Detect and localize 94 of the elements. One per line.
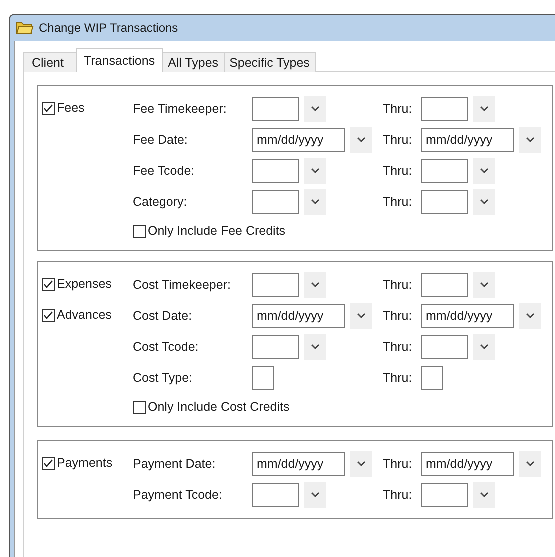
dropdown-button[interactable]: [473, 334, 495, 360]
checkbox-label[interactable]: Expenses: [57, 277, 112, 291]
chevron-down-icon: [480, 492, 488, 498]
chevron-down-icon: [480, 106, 488, 112]
checkbox[interactable]: [42, 308, 55, 322]
field-label: Fee Date:: [133, 133, 189, 147]
checkbox-label[interactable]: Only Include Fee Credits: [148, 224, 286, 238]
field-label: Payment Tcode:: [133, 488, 224, 502]
date-field[interactable]: mm/dd/yyyy: [252, 304, 345, 328]
input-field[interactable]: [252, 335, 299, 359]
dropdown-button[interactable]: [519, 127, 541, 153]
chevron-down-icon: [310, 106, 320, 112]
tab[interactable]: Specific Types: [224, 52, 316, 72]
chevron-down-icon: [356, 137, 366, 143]
checkbox[interactable]: [42, 102, 55, 114]
field-label: Category:: [133, 195, 188, 209]
chevron-down-icon: [310, 282, 320, 288]
input-field[interactable]: [252, 273, 299, 297]
input-field[interactable]: [252, 366, 274, 390]
chevron-down-icon: [526, 461, 534, 467]
input-field[interactable]: [421, 273, 468, 297]
dropdown-button[interactable]: [350, 303, 372, 329]
checkbox-label[interactable]: Only Include Cost Credits: [148, 400, 290, 414]
input-field[interactable]: [252, 97, 299, 121]
checkbox-label[interactable]: Fees: [57, 101, 85, 115]
field-label: Fee Tcode:: [133, 164, 196, 178]
dropdown-button[interactable]: [304, 158, 326, 184]
chevron-down-icon: [526, 313, 534, 319]
chevron-down-icon: [526, 137, 534, 143]
field-label: Thru:: [383, 195, 414, 209]
field-label: Fee Timekeeper:: [133, 102, 228, 116]
date-field[interactable]: mm/dd/yyyy: [421, 304, 514, 328]
input-field[interactable]: [252, 483, 299, 507]
field-label: Thru:: [383, 164, 414, 178]
checkbox-label[interactable]: Advances: [57, 308, 112, 322]
field-label: Cost Timekeeper:: [133, 278, 232, 292]
field-label: Thru:: [383, 102, 414, 116]
dropdown-button[interactable]: [473, 189, 495, 215]
checkbox-label[interactable]: Payments: [57, 456, 113, 470]
tab[interactable]: Transactions: [76, 48, 164, 72]
tab[interactable]: All Types: [162, 52, 225, 72]
chevron-down-icon: [356, 313, 366, 319]
input-field[interactable]: [421, 159, 468, 183]
input-field[interactable]: [252, 159, 299, 183]
dropdown-button[interactable]: [304, 96, 326, 122]
dropdown-button[interactable]: [304, 272, 326, 298]
dropdown-button[interactable]: [519, 303, 541, 329]
input-field[interactable]: [421, 483, 468, 507]
chevron-down-icon: [310, 492, 320, 498]
field-label: Thru:: [383, 488, 414, 502]
input-field[interactable]: [252, 190, 299, 214]
chevron-down-icon: [356, 461, 366, 467]
chevron-down-icon: [310, 168, 320, 174]
input-field[interactable]: [421, 97, 468, 121]
chevron-down-icon: [310, 199, 320, 205]
field-label: Thru:: [383, 457, 414, 471]
dropdown-button[interactable]: [473, 272, 495, 298]
checkbox[interactable]: [133, 224, 146, 238]
dropdown-button[interactable]: [304, 482, 326, 508]
field-label: Thru:: [383, 309, 414, 323]
checkbox[interactable]: [42, 278, 55, 290]
field-label: Cost Tcode:: [133, 340, 200, 354]
date-field[interactable]: mm/dd/yyyy: [421, 452, 514, 476]
input-field[interactable]: [421, 335, 468, 359]
field-label: Thru:: [383, 133, 414, 147]
tab[interactable]: Client: [23, 52, 77, 72]
chevron-down-icon: [310, 344, 320, 350]
dropdown-button[interactable]: [473, 482, 495, 508]
field-label: Payment Date:: [133, 457, 217, 471]
dropdown-button[interactable]: [519, 451, 541, 477]
date-field[interactable]: mm/dd/yyyy: [421, 128, 514, 152]
input-field[interactable]: [421, 366, 443, 390]
date-field[interactable]: mm/dd/yyyy: [252, 452, 345, 476]
dropdown-button[interactable]: [473, 96, 495, 122]
field-label: Thru:: [383, 371, 414, 385]
window-title: Change WIP Transactions: [39, 21, 178, 35]
checkbox[interactable]: [42, 456, 55, 470]
input-field[interactable]: [421, 190, 468, 214]
dropdown-button[interactable]: [473, 158, 495, 184]
chevron-down-icon: [480, 282, 488, 288]
field-label: Thru:: [383, 278, 414, 292]
field-label: Cost Type:: [133, 371, 194, 385]
field-label: Cost Date:: [133, 309, 194, 323]
chevron-down-icon: [480, 199, 488, 205]
dropdown-button[interactable]: [304, 189, 326, 215]
dropdown-button[interactable]: [350, 127, 372, 153]
dropdown-button[interactable]: [350, 451, 372, 477]
date-field[interactable]: mm/dd/yyyy: [252, 128, 345, 152]
dropdown-button[interactable]: [304, 334, 326, 360]
checkbox[interactable]: [133, 400, 146, 414]
chevron-down-icon: [480, 168, 488, 174]
field-label: Thru:: [383, 340, 414, 354]
chevron-down-icon: [480, 344, 488, 350]
folder-icon: [16, 21, 34, 35]
